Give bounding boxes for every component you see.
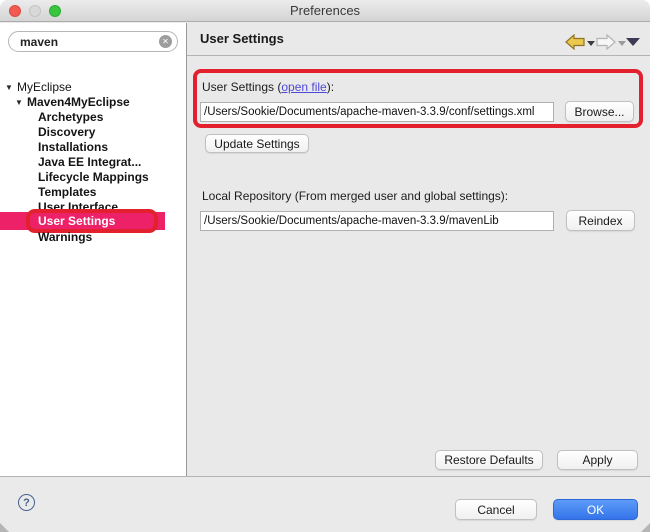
- sidebar: ✕ ▼ MyEclipse ▼ Maven4MyEclipse Archetyp…: [0, 23, 186, 476]
- tree-item-lifecycle-mappings[interactable]: Lifecycle Mappings: [0, 170, 186, 185]
- ok-button[interactable]: OK: [553, 499, 638, 520]
- restore-defaults-button[interactable]: Restore Defaults: [435, 450, 543, 470]
- forward-history-dropdown-icon[interactable]: [618, 41, 626, 46]
- tree-item-maven4myeclipse[interactable]: ▼ Maven4MyEclipse: [0, 95, 186, 110]
- preferences-tree: ▼ MyEclipse ▼ Maven4MyEclipse Archetypes…: [0, 57, 186, 457]
- tree-item-label: MyEclipse: [17, 80, 72, 95]
- tree-item-label: Discovery: [38, 125, 95, 140]
- tree-item-installations[interactable]: Installations: [0, 140, 186, 155]
- search-field[interactable]: ✕: [8, 31, 178, 52]
- search-input[interactable]: [20, 33, 158, 50]
- browse-button[interactable]: Browse...: [565, 101, 634, 122]
- preferences-window: Preferences ✕ ▼ MyEclipse ▼ Maven4MyEcli…: [0, 0, 650, 532]
- disclosure-triangle-icon[interactable]: ▼: [15, 95, 23, 110]
- tree-item-label: Installations: [38, 140, 108, 155]
- tree-item-warnings[interactable]: Warnings: [0, 230, 186, 245]
- user-settings-path-input[interactable]: [200, 102, 554, 122]
- clear-search-icon[interactable]: ✕: [159, 35, 172, 48]
- back-history-dropdown-icon[interactable]: [587, 41, 595, 46]
- resize-grip-right[interactable]: [641, 523, 650, 532]
- panel-header-divider: [187, 55, 650, 56]
- help-button[interactable]: ?: [18, 494, 35, 511]
- update-settings-button[interactable]: Update Settings: [205, 134, 309, 153]
- tree-item-myeclipse[interactable]: ▼ MyEclipse: [0, 80, 186, 95]
- tree-item-label: Java EE Integrat...: [38, 155, 141, 170]
- window-title: Preferences: [0, 0, 650, 22]
- tree-item-label: Archetypes: [38, 110, 103, 125]
- view-menu-icon[interactable]: [626, 38, 640, 46]
- disclosure-triangle-icon[interactable]: ▼: [5, 80, 13, 95]
- footer-divider: [0, 476, 650, 477]
- page-title: User Settings: [200, 31, 284, 46]
- back-arrow-icon[interactable]: [565, 34, 585, 50]
- user-settings-label-suffix: ):: [327, 80, 334, 94]
- tree-item-templates[interactable]: Templates: [0, 185, 186, 200]
- user-settings-label-prefix: User Settings (: [202, 80, 281, 94]
- tree-item-label: Warnings: [38, 230, 92, 245]
- local-repository-label: Local Repository (From merged user and g…: [202, 189, 508, 203]
- tree-item-label: Maven4MyEclipse: [27, 95, 130, 110]
- resize-grip-left[interactable]: [0, 523, 9, 532]
- tree-item-java-ee-integration[interactable]: Java EE Integrat...: [0, 155, 186, 170]
- tree-item-label: Lifecycle Mappings: [38, 170, 149, 185]
- reindex-button[interactable]: Reindex: [566, 210, 635, 231]
- tree-item-label: User Settings: [38, 212, 115, 230]
- tree-item-label: Templates: [38, 185, 96, 200]
- local-repository-path-input[interactable]: [200, 211, 554, 231]
- open-file-link[interactable]: open file: [281, 80, 326, 94]
- user-settings-label: User Settings (open file):: [202, 80, 334, 94]
- apply-button[interactable]: Apply: [557, 450, 638, 470]
- tree-item-user-settings-selected[interactable]: User Settings: [0, 212, 165, 230]
- titlebar: Preferences: [0, 0, 650, 22]
- tree-item-discovery[interactable]: Discovery: [0, 125, 186, 140]
- cancel-button[interactable]: Cancel: [455, 499, 537, 520]
- tree-item-archetypes[interactable]: Archetypes: [0, 110, 186, 125]
- sidebar-divider: [186, 23, 187, 476]
- forward-arrow-icon[interactable]: [596, 34, 616, 50]
